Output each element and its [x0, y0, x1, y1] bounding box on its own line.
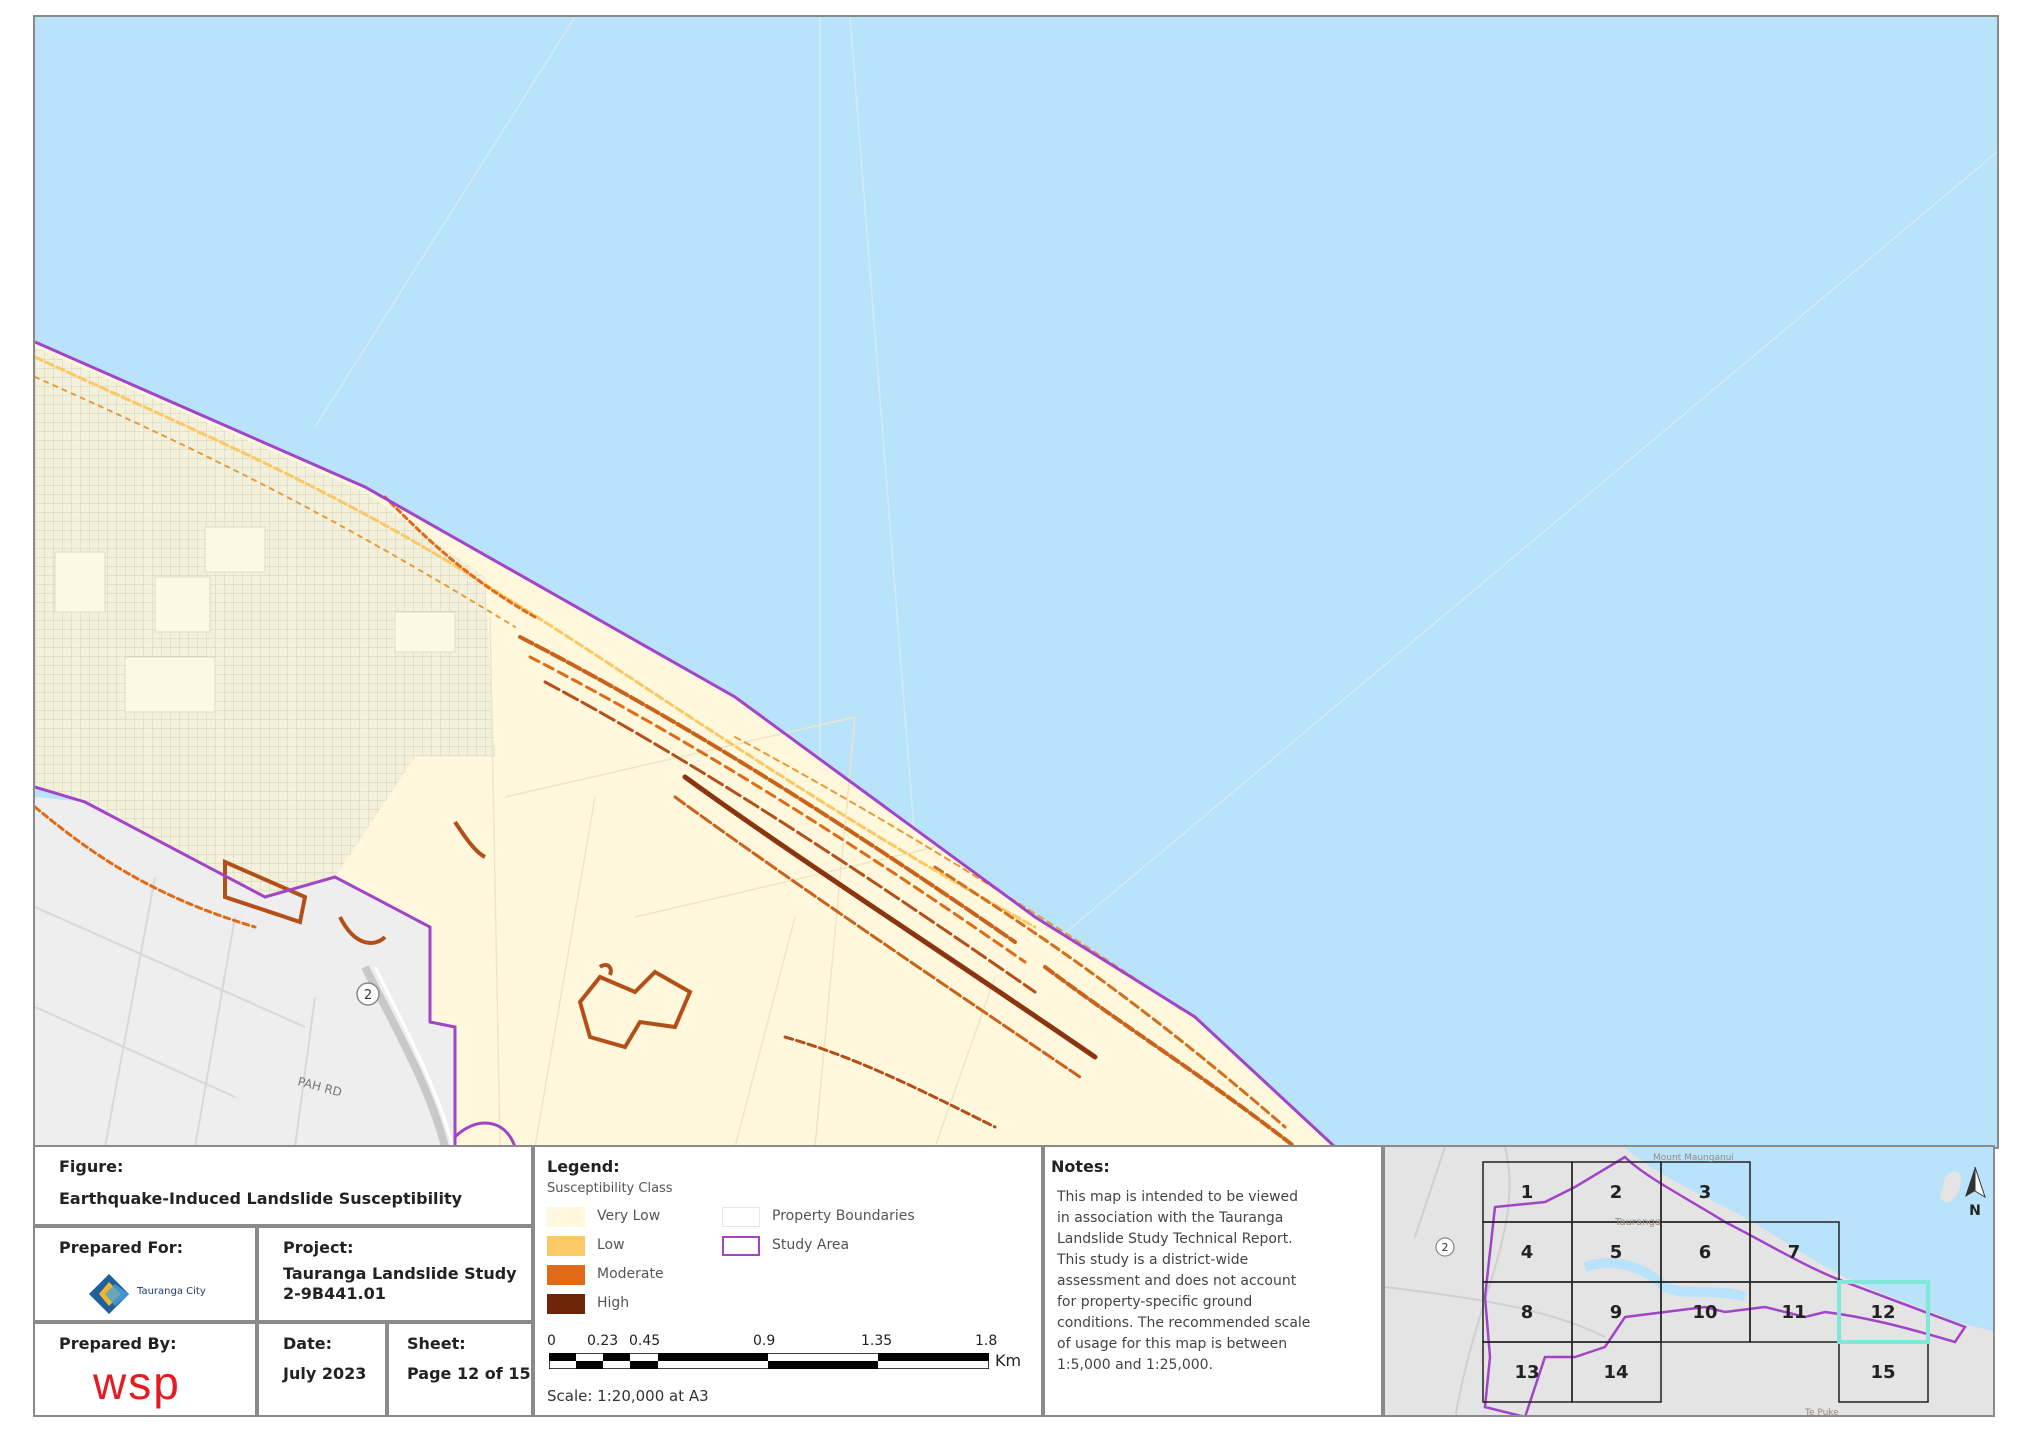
- road-shield: 2: [356, 982, 380, 1006]
- index-island: [1940, 1171, 1962, 1203]
- main-map[interactable]: 2 PAH RD: [33, 15, 1999, 1149]
- legend-label-study-area: Study Area: [772, 1237, 850, 1253]
- index-sheet-number: 7: [1788, 1242, 1801, 1263]
- legend-label-moderate: Moderate: [597, 1266, 664, 1282]
- index-sheet-number: 4: [1521, 1242, 1534, 1263]
- scale-tick-2: 0.45: [629, 1333, 661, 1349]
- index-place-label: Tauranga: [1614, 1217, 1661, 1228]
- prepared-for-label: Prepared For:: [59, 1238, 184, 1257]
- sheet-value: Page 12 of 15: [407, 1364, 531, 1383]
- index-sheet-number: 5: [1610, 1242, 1623, 1263]
- notes-title: Notes:: [1051, 1157, 1110, 1176]
- legend-label-low: Low: [597, 1237, 625, 1253]
- index-place-label: Te Puke: [1804, 1408, 1839, 1417]
- index-map[interactable]: 1 2 3 4 5 6 7 8 9 10 11 12 13 14 15 Moun…: [1383, 1145, 1995, 1417]
- legend-swatch-study-area: [722, 1236, 760, 1256]
- scale-text: Scale: 1:20,000 at A3: [547, 1387, 709, 1405]
- map-canvas: 2 PAH RD: [35, 17, 1997, 1147]
- scale-tick-0: 0: [547, 1333, 556, 1349]
- notes-line: conditions. The recommended scale: [1057, 1315, 1311, 1331]
- index-sheet-number: 1: [1521, 1182, 1534, 1203]
- project-number: 2-9B441.01: [283, 1284, 386, 1303]
- notes-line: This study is a district-wide: [1057, 1252, 1249, 1268]
- project-name: Tauranga Landslide Study: [283, 1264, 517, 1283]
- index-sheet-number: 2: [1610, 1182, 1623, 1203]
- scale-bar-graphic: [549, 1353, 989, 1369]
- scale-tick-5: 1.8: [975, 1333, 998, 1349]
- legend-label-property-boundaries: Property Boundaries: [772, 1208, 915, 1224]
- notes-line: of usage for this map is between: [1057, 1336, 1288, 1352]
- notes-line: in association with the Tauranga: [1057, 1210, 1284, 1226]
- notes-block: Notes: This map is intended to be viewed…: [1043, 1145, 1383, 1417]
- index-sheet-number: 11: [1781, 1302, 1806, 1323]
- notes-text: This map is intended to be viewed in ass…: [1057, 1187, 1310, 1376]
- notes-line: assessment and does not account: [1057, 1273, 1297, 1289]
- index-sheet-number: 8: [1521, 1302, 1534, 1323]
- sheet-label: Sheet:: [407, 1334, 466, 1353]
- figure-title: Earthquake-Induced Landslide Susceptibil…: [59, 1189, 463, 1208]
- index-sheet-number: 12: [1870, 1302, 1895, 1323]
- index-sheet-number: 13: [1514, 1362, 1539, 1383]
- index-map-canvas: 1 2 3 4 5 6 7 8 9 10 11 12 13 14 15 Moun…: [1385, 1147, 1993, 1417]
- north-label: N: [1969, 1203, 1981, 1219]
- date-label: Date:: [283, 1334, 332, 1353]
- wsp-logo: wsp: [93, 1357, 181, 1409]
- prepared-by-label: Prepared By:: [59, 1334, 177, 1353]
- scale-tick-1: 0.23: [587, 1333, 619, 1349]
- date-value: July 2023: [283, 1364, 367, 1383]
- legend-swatch-property-boundaries: [722, 1207, 760, 1227]
- scale-unit: Km: [995, 1351, 1022, 1370]
- scale-tick-4: 1.35: [861, 1333, 893, 1349]
- legend-swatch-low: [547, 1236, 585, 1256]
- project-label: Project:: [283, 1238, 354, 1257]
- index-road-shield-number: 2: [1442, 1241, 1449, 1254]
- index-sheet-number: 6: [1699, 1242, 1712, 1263]
- sheet-block: Sheet: Page 12 of 15: [387, 1322, 533, 1417]
- north-arrow-icon: N: [1965, 1166, 1986, 1219]
- index-sheet-number: 14: [1603, 1362, 1628, 1383]
- tauranga-city-logo-text: Tauranga City: [137, 1286, 206, 1297]
- figure-label: Figure:: [59, 1157, 124, 1176]
- index-sheet-number: 10: [1692, 1302, 1717, 1323]
- svg-text:2: 2: [364, 988, 372, 1003]
- notes-line: This map is intended to be viewed: [1057, 1189, 1299, 1205]
- index-sheet-number: 9: [1610, 1302, 1623, 1323]
- legend-label-very-low: Very Low: [597, 1208, 661, 1224]
- notes-line: 1:5,000 and 1:25,000.: [1057, 1357, 1214, 1373]
- notes-line: Landslide Study Technical Report.: [1057, 1231, 1293, 1247]
- legend-swatch-high: [547, 1294, 585, 1314]
- tauranga-city-logo: Tauranga City: [85, 1270, 235, 1316]
- index-sheet-number: 15: [1870, 1362, 1895, 1383]
- index-sheet-number: 3: [1699, 1182, 1712, 1203]
- legend-title: Legend:: [547, 1157, 620, 1176]
- legend-swatch-moderate: [547, 1265, 585, 1285]
- legend-swatch-very-low: [547, 1207, 585, 1227]
- notes-line: for property-specific ground: [1057, 1294, 1253, 1310]
- index-place-label: Mount Maunganui: [1653, 1153, 1734, 1163]
- legend-block: Legend: Susceptibility Class Very Low Lo…: [533, 1145, 1043, 1417]
- prepared-by-block: Prepared By: wsp: [33, 1322, 257, 1417]
- date-block: Date: July 2023: [257, 1322, 387, 1417]
- legend-subtitle: Susceptibility Class: [547, 1181, 673, 1196]
- project-block: Project: Tauranga Landslide Study 2-9B44…: [257, 1226, 533, 1322]
- figure-block: Figure: Earthquake-Induced Landslide Sus…: [33, 1145, 533, 1226]
- legend-label-high: High: [597, 1295, 630, 1311]
- scale-tick-3: 0.9: [753, 1333, 776, 1349]
- prepared-for-block: Prepared For: Tauranga City: [33, 1226, 257, 1322]
